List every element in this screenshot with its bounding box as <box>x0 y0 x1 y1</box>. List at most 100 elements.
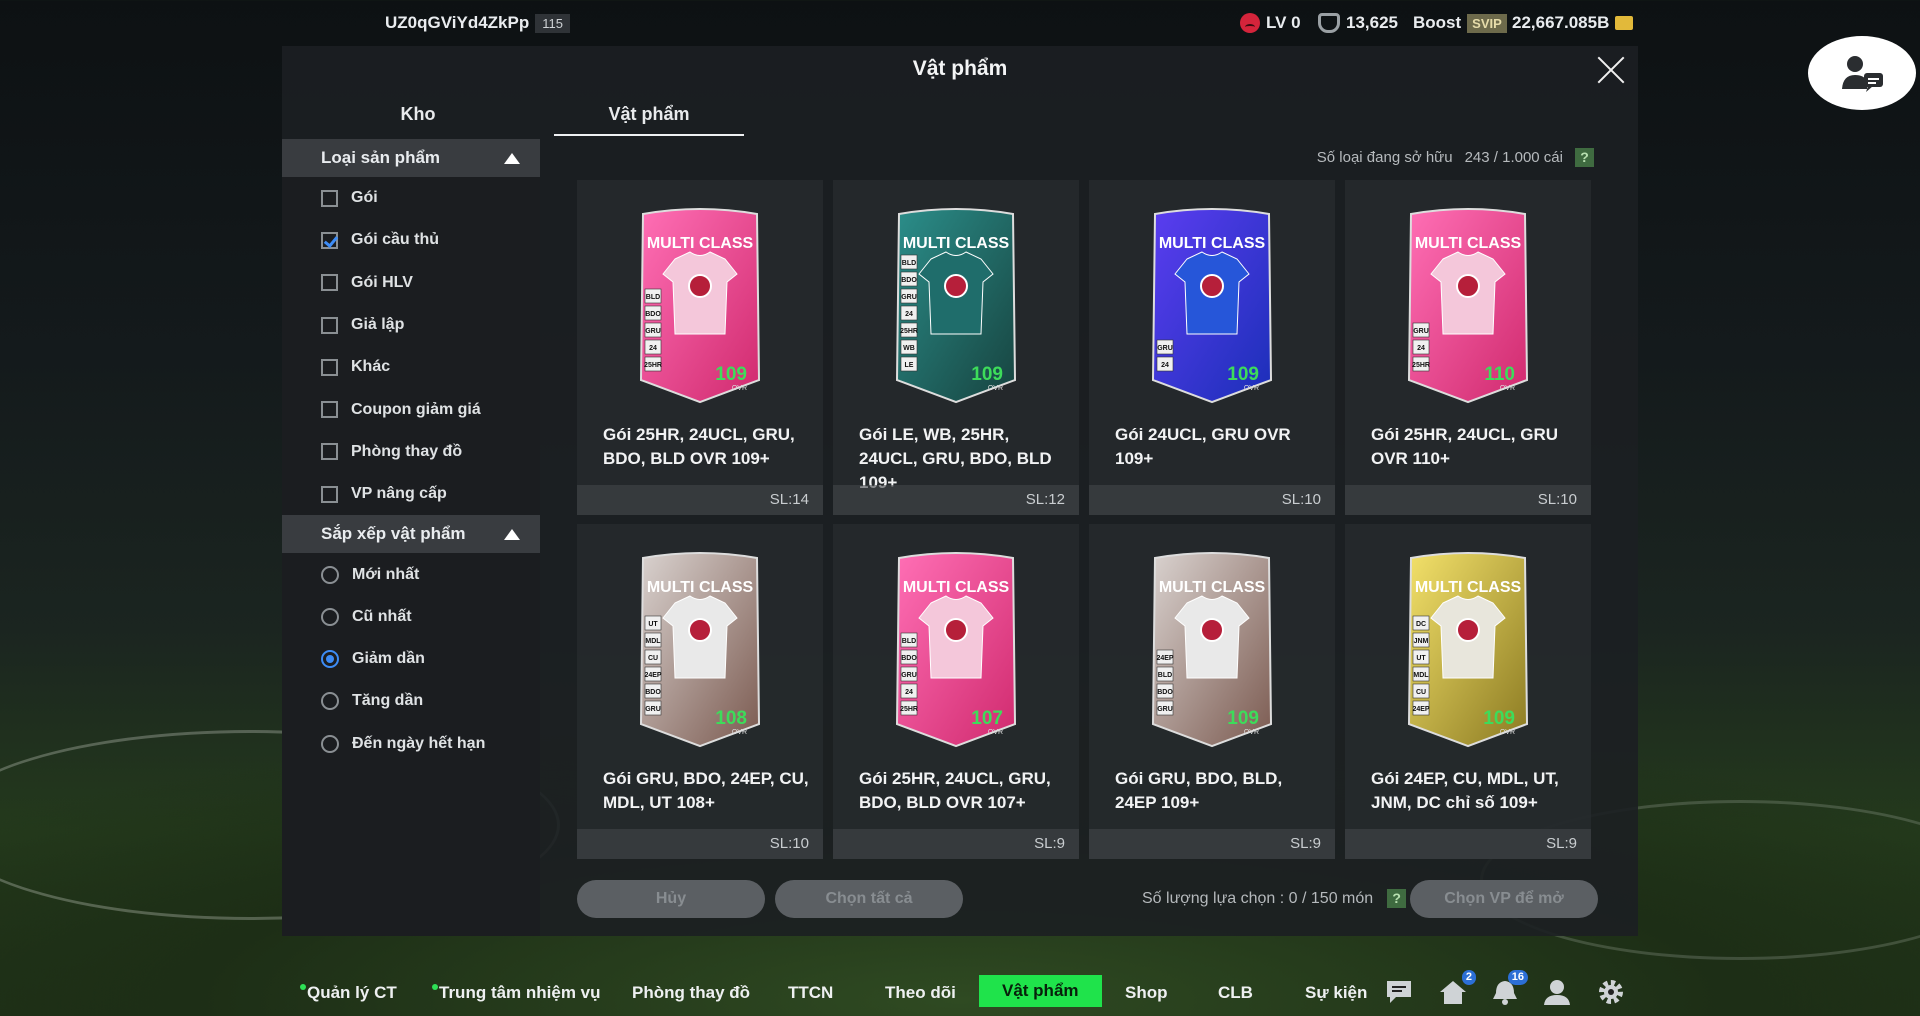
gear-icon[interactable] <box>1596 978 1626 1006</box>
type-filter-option[interactable]: Gói cầu thủ <box>282 219 540 261</box>
owned-count: Số loại đang sở hữu 243 / 1.000 cái ? <box>1317 148 1594 167</box>
help-icon[interactable]: ? <box>1387 889 1407 908</box>
checkbox[interactable] <box>321 485 338 503</box>
friends-chat-button[interactable] <box>1808 36 1916 110</box>
sad-face-icon <box>1240 13 1260 33</box>
filter-sidebar: Loại sản phẩm Gói Gói cầu thủ Gói HLV Giả l… <box>282 139 540 936</box>
checkbox-checked[interactable] <box>321 231 338 249</box>
radio[interactable] <box>321 607 339 626</box>
item-quantity: SL:14 <box>577 485 823 515</box>
select-all-button[interactable]: Chọn tất cả <box>775 880 963 918</box>
type-filter-option[interactable]: Giả lập <box>282 304 540 346</box>
items-modal: Vật phẩm Kho Vật phẩm Loại sản phẩm Gói G… <box>282 46 1638 936</box>
item-card[interactable]: MULTI CLASS 24EP BLD BDO GRU 109 OVR Gói GRU, B… <box>1089 524 1335 859</box>
modal-title: Vật phẩm <box>912 57 1008 80</box>
boost-label: Boost <box>1413 13 1462 32</box>
nav-theo-doi[interactable]: Theo dõi <box>885 978 956 1008</box>
sort-section-title: Sắp xếp vật phẩm <box>321 524 466 544</box>
sort-option[interactable]: Đến ngày hết hạn <box>282 723 540 765</box>
notification-dot <box>300 984 306 990</box>
option-label: Tăng dần <box>352 692 424 710</box>
checkbox[interactable] <box>321 274 338 292</box>
checkbox[interactable] <box>321 443 338 461</box>
item-card[interactable]: MULTI CLASS BLD BDO GRU 24 25HR 107 OVR Gói 25HR… <box>833 524 1079 859</box>
item-quantity: SL:10 <box>1345 485 1591 515</box>
tab-vat-pham[interactable]: Vật phẩm <box>554 92 744 136</box>
points-indicator[interactable]: 13,625 <box>1318 13 1398 33</box>
svg-text:MULTI CLASS: MULTI CLASS <box>1159 579 1266 596</box>
nav-clb[interactable]: CLB <box>1218 978 1253 1008</box>
svg-text:24: 24 <box>905 311 913 318</box>
svg-text:BLD: BLD <box>646 294 660 301</box>
profile-icon[interactable] <box>1542 978 1572 1006</box>
sort-section-header[interactable]: Sắp xếp vật phẩm <box>282 515 540 554</box>
collapse-triangle-icon <box>504 528 520 540</box>
radio[interactable] <box>321 692 339 711</box>
nav-vat-pham[interactable]: Vật phẩm <box>979 975 1102 1007</box>
checkbox[interactable] <box>321 189 338 207</box>
chat-icon[interactable] <box>1384 978 1414 1006</box>
type-filter-option[interactable]: Gói <box>282 177 540 219</box>
svg-text:109: 109 <box>1227 364 1259 385</box>
item-card[interactable]: MULTI CLASS UT MDL CU 24EP BDO GRU 108 OVR Gói GR… <box>577 524 823 859</box>
type-filter-option[interactable]: VP nâng cấp <box>282 473 540 515</box>
sort-option-list: Mới nhất Cũ nhất Giảm dần Tăng dần Đến ngày … <box>282 553 540 764</box>
item-card[interactable]: MULTI CLASS BLD BDO GRU 24 25HR 109 OVR Gói 25HR… <box>577 180 823 515</box>
checkbox[interactable] <box>321 358 338 376</box>
sort-option[interactable]: Cũ nhất <box>282 596 540 638</box>
help-icon[interactable]: ? <box>1575 148 1594 167</box>
bell-icon[interactable]: 16 <box>1490 970 1528 1006</box>
option-label: Giả lập <box>351 316 405 334</box>
item-card[interactable]: MULTI CLASS GRU 24 109 OVR Gói 24UCL, GRU OVR… <box>1089 180 1335 515</box>
item-card[interactable]: MULTI CLASS GRU 24 25HR 110 OVR Gói 25HR, 24UC… <box>1345 180 1591 515</box>
pack-card-image: MULTI CLASS GRU 24 109OVR <box>1151 208 1273 404</box>
nav-quan-ly-ct[interactable]: Quản lý CT <box>300 978 397 1008</box>
svg-text:OVR: OVR <box>1500 729 1515 736</box>
open-selected-button[interactable]: Chọn VP để mở <box>1410 880 1598 918</box>
item-card[interactable]: MULTI CLASS DC JNM UT MDL CU 24EP 109 OVR Gói 24E… <box>1345 524 1591 859</box>
sort-option[interactable]: Mới nhất <box>282 553 540 595</box>
svg-text:MULTI CLASS: MULTI CLASS <box>647 235 754 252</box>
user-info[interactable]: UZ0qGViYd4ZkPp 115 <box>385 13 570 33</box>
tab-kho[interactable]: Kho <box>282 92 554 136</box>
option-label: Coupon giảm giá <box>351 400 481 418</box>
type-section-header[interactable]: Loại sản phẩm <box>282 139 540 177</box>
coins-value: 22,667.085B <box>1512 13 1610 32</box>
owned-label: Số loại đang sở hữu <box>1316 149 1453 166</box>
sort-option[interactable]: Tăng dần <box>282 680 540 722</box>
radio[interactable] <box>321 565 339 584</box>
home-icon[interactable]: 2 <box>1438 970 1476 1006</box>
svg-text:110: 110 <box>1484 364 1515 385</box>
type-filter-option[interactable]: Khác <box>282 346 540 388</box>
sort-option[interactable]: Giảm dần <box>282 638 540 680</box>
radio[interactable] <box>321 734 339 753</box>
boost-indicator[interactable]: Boost SVIP <box>1413 13 1507 33</box>
lv-label: LV 0 <box>1266 13 1301 32</box>
nav-shop[interactable]: Shop <box>1125 978 1168 1008</box>
radio-selected[interactable] <box>321 650 339 669</box>
option-label: Giảm dần <box>352 650 425 668</box>
nav-ttcn[interactable]: TTCN <box>788 978 833 1008</box>
svg-text:MDL: MDL <box>645 638 661 645</box>
nav-su-kien[interactable]: Sự kiện <box>1305 978 1367 1008</box>
svg-text:107: 107 <box>971 708 1003 729</box>
type-filter-option[interactable]: Phòng thay đồ <box>282 431 540 473</box>
lv-indicator[interactable]: LV 0 <box>1240 13 1301 33</box>
coins-indicator[interactable]: 22,667.085B <box>1512 13 1634 33</box>
collapse-triangle-icon <box>504 152 520 164</box>
close-icon[interactable] <box>1596 54 1626 84</box>
svg-text:WB: WB <box>903 345 915 352</box>
option-label: VP nâng cấp <box>351 485 447 503</box>
item-card[interactable]: MULTI CLASS BLD BDO GRU 24 25HR WB LE 109 OVR Gói … <box>833 180 1079 515</box>
svg-text:25HR: 25HR <box>900 706 918 713</box>
cancel-button[interactable]: Hủy <box>577 880 765 918</box>
nav-trung-tam-nhiem-vu[interactable]: Trung tâm nhiệm vụ <box>432 978 601 1008</box>
svg-text:BLD: BLD <box>1158 672 1172 679</box>
type-section-title: Loại sản phẩm <box>321 148 441 167</box>
checkbox[interactable] <box>321 316 338 334</box>
checkbox[interactable] <box>321 401 338 419</box>
option-label: Đến ngày hết hạn <box>352 734 486 752</box>
nav-phong-thay-do[interactable]: Phòng thay đồ <box>632 978 750 1008</box>
type-filter-option[interactable]: Coupon giảm giá <box>282 388 540 430</box>
type-filter-option[interactable]: Gói HLV <box>282 262 540 304</box>
